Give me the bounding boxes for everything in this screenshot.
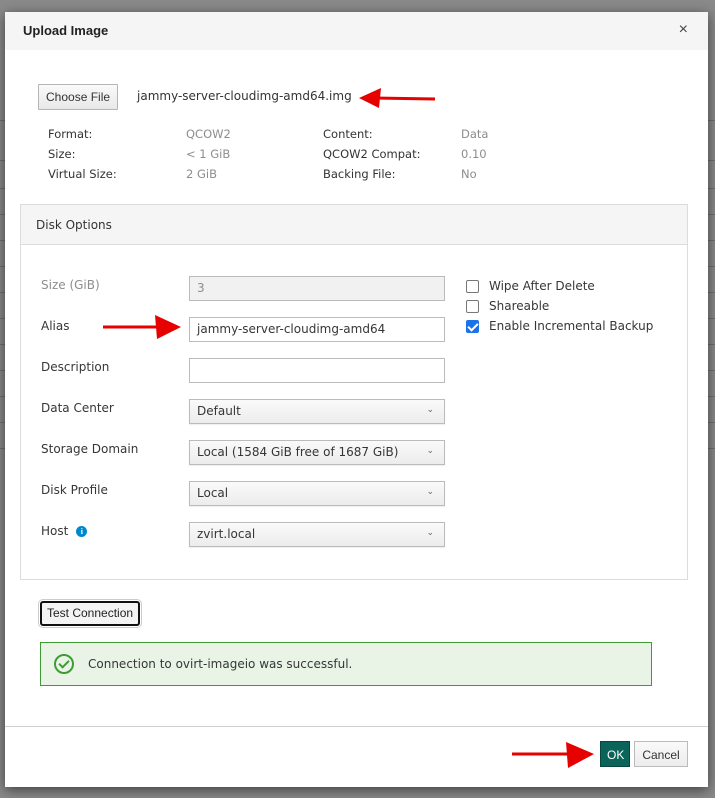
annotation-arrow-left-icon bbox=[359, 88, 436, 108]
checkbox-unchecked-icon[interactable] bbox=[466, 279, 479, 293]
disk-profile-value: Local bbox=[197, 486, 229, 500]
compat-label: QCOW2 Compat: bbox=[323, 147, 421, 161]
annotation-arrow-right-icon bbox=[512, 742, 594, 768]
backing-file-label: Backing File: bbox=[323, 167, 396, 181]
alias-input[interactable]: jammy-server-cloudimg-amd64 bbox=[189, 317, 445, 342]
choose-file-button[interactable]: Choose File bbox=[38, 84, 119, 110]
cancel-button[interactable]: Cancel bbox=[634, 741, 688, 767]
chevron-down-icon: ⌄ bbox=[426, 528, 434, 538]
checkbox-checked-icon[interactable] bbox=[466, 319, 479, 333]
shareable-label: Shareable bbox=[489, 299, 550, 313]
host-value: zvirt.local bbox=[197, 527, 256, 541]
incremental-backup-checkbox[interactable]: Enable Incremental Backup bbox=[466, 319, 653, 333]
content-value: Data bbox=[461, 127, 489, 141]
wipe-after-delete-checkbox[interactable]: Wipe After Delete bbox=[466, 279, 595, 293]
storage-domain-label: Storage Domain bbox=[41, 442, 139, 456]
host-label-wrap: Host i bbox=[41, 524, 88, 538]
checkbox-unchecked-icon[interactable] bbox=[466, 299, 479, 313]
size-value: < 1 GiB bbox=[186, 147, 231, 161]
backing-file-value: No bbox=[461, 167, 477, 181]
test-connection-button[interactable]: Test Connection bbox=[37, 599, 143, 628]
storage-domain-select[interactable]: Local (1584 GiB free of 1687 GiB) ⌄ bbox=[189, 440, 445, 465]
host-label: Host bbox=[41, 524, 69, 538]
chevron-down-icon: ⌄ bbox=[426, 405, 434, 415]
format-label: Format: bbox=[48, 127, 93, 141]
virtual-size-value: 2 GiB bbox=[186, 167, 217, 181]
dialog-title: Upload Image bbox=[23, 23, 109, 38]
incremental-backup-label: Enable Incremental Backup bbox=[489, 319, 654, 333]
close-icon[interactable]: × bbox=[679, 21, 688, 39]
data-center-value: Default bbox=[197, 404, 241, 418]
ok-button[interactable]: OK bbox=[600, 741, 630, 767]
disk-options-header: Disk Options bbox=[21, 205, 687, 245]
size-label: Size: bbox=[48, 147, 76, 161]
check-circle-icon bbox=[54, 654, 74, 674]
disk-profile-label: Disk Profile bbox=[41, 483, 108, 497]
storage-domain-value: Local (1584 GiB free of 1687 GiB) bbox=[197, 445, 399, 459]
data-center-select[interactable]: Default ⌄ bbox=[189, 399, 445, 424]
disk-options-panel: Disk Options Size (GiB) 3 Alias jammy-se… bbox=[20, 204, 688, 580]
info-icon[interactable]: i bbox=[76, 526, 88, 537]
virtual-size-label: Virtual Size: bbox=[48, 167, 117, 181]
description-input[interactable] bbox=[189, 358, 445, 383]
chevron-down-icon: ⌄ bbox=[426, 487, 434, 497]
data-center-label: Data Center bbox=[41, 401, 114, 415]
connection-status-message: Connection to ovirt-imageio was successf… bbox=[88, 657, 353, 671]
footer-divider bbox=[5, 726, 708, 727]
compat-value: 0.10 bbox=[461, 147, 487, 161]
connection-success-alert: Connection to ovirt-imageio was successf… bbox=[40, 642, 652, 686]
size-gib-input[interactable]: 3 bbox=[189, 276, 445, 301]
alias-label: Alias bbox=[41, 319, 70, 333]
chevron-down-icon: ⌄ bbox=[426, 446, 434, 456]
dialog-header: Upload Image × bbox=[5, 12, 708, 50]
annotation-arrow-right-icon bbox=[103, 315, 181, 339]
description-label: Description bbox=[41, 360, 110, 374]
shareable-checkbox[interactable]: Shareable bbox=[466, 299, 549, 313]
size-gib-label: Size (GiB) bbox=[41, 278, 100, 292]
format-value: QCOW2 bbox=[186, 127, 231, 141]
content-label: Content: bbox=[323, 127, 373, 141]
disk-profile-select[interactable]: Local ⌄ bbox=[189, 481, 445, 506]
selected-file-name: jammy-server-cloudimg-amd64.img bbox=[137, 89, 352, 103]
wipe-after-delete-label: Wipe After Delete bbox=[489, 279, 595, 293]
upload-image-dialog: Upload Image × Choose File jammy-server-… bbox=[5, 12, 708, 787]
host-select[interactable]: zvirt.local ⌄ bbox=[189, 522, 445, 547]
